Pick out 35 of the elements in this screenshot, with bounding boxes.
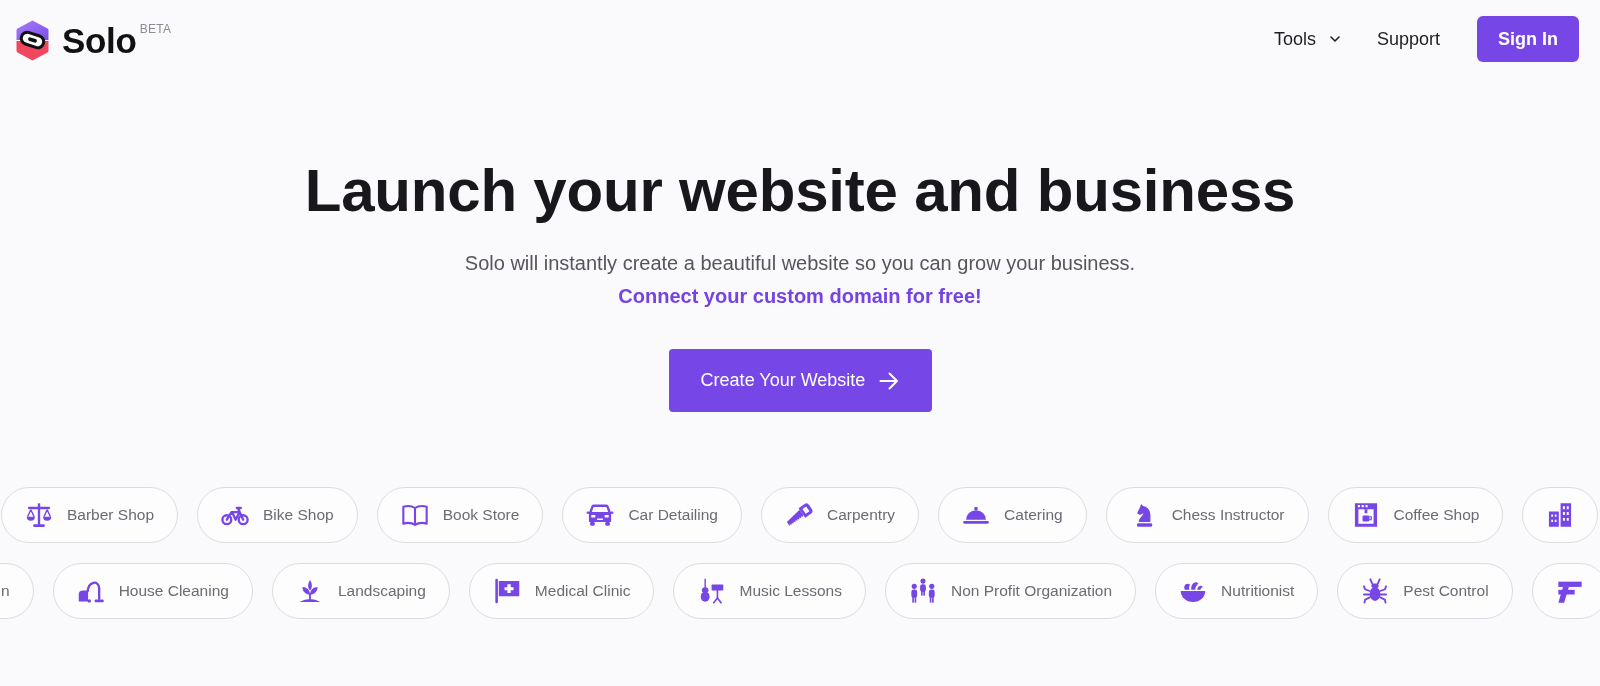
- medical-sign-icon: [492, 577, 521, 605]
- arrow-right-icon: [879, 371, 900, 390]
- category-chip[interactable]: n: [0, 563, 34, 619]
- category-chip[interactable]: Non Profit Organization: [885, 563, 1137, 619]
- category-chip[interactable]: Chess Instructor: [1105, 487, 1309, 543]
- scale-icon: [25, 501, 53, 529]
- tools-menu[interactable]: Tools: [1273, 28, 1340, 50]
- hero-title: Launch your website and business: [304, 156, 1296, 226]
- category-chip[interactable]: House Cleaning: [52, 563, 253, 619]
- logo-icon: [16, 19, 49, 61]
- category-chip[interactable]: [1531, 563, 1600, 619]
- create-website-button[interactable]: Create Your Website: [668, 349, 932, 412]
- people-icon: [909, 577, 937, 605]
- category-chip[interactable]: Barber Shop: [1, 487, 179, 543]
- category-chip[interactable]: Carpentry: [761, 487, 920, 543]
- category-chip[interactable]: Catering: [938, 487, 1087, 543]
- category-chip[interactable]: Nutritionist: [1155, 563, 1319, 619]
- category-chip[interactable]: Bike Shop: [197, 487, 358, 543]
- hero-subtitle: Solo will instantly create a beautiful website so you can grow your business.: [464, 251, 1136, 276]
- category-chip[interactable]: Medical Clinic: [468, 563, 655, 619]
- bug-icon: [1361, 577, 1390, 605]
- category-chip[interactable]: Landscaping: [271, 563, 450, 619]
- saw-icon: [785, 501, 813, 529]
- support-link[interactable]: Support: [1376, 28, 1440, 50]
- category-chip[interactable]: [1522, 487, 1599, 543]
- category-chip[interactable]: Book Store: [376, 487, 544, 543]
- sign-in-button[interactable]: Sign In: [1477, 16, 1579, 62]
- beta-label: BETA: [139, 21, 172, 36]
- category-chip[interactable]: Coffee Shop: [1327, 487, 1504, 543]
- category-chip[interactable]: Music Lessons: [673, 563, 866, 619]
- custom-domain-note: Connect your custom domain for free!: [618, 284, 982, 309]
- brand-name: Solo: [62, 20, 137, 61]
- category-chip[interactable]: Car Detailing: [562, 487, 742, 543]
- category-chip[interactable]: Pest Control: [1337, 563, 1513, 619]
- chevron-down-icon: [1329, 36, 1340, 42]
